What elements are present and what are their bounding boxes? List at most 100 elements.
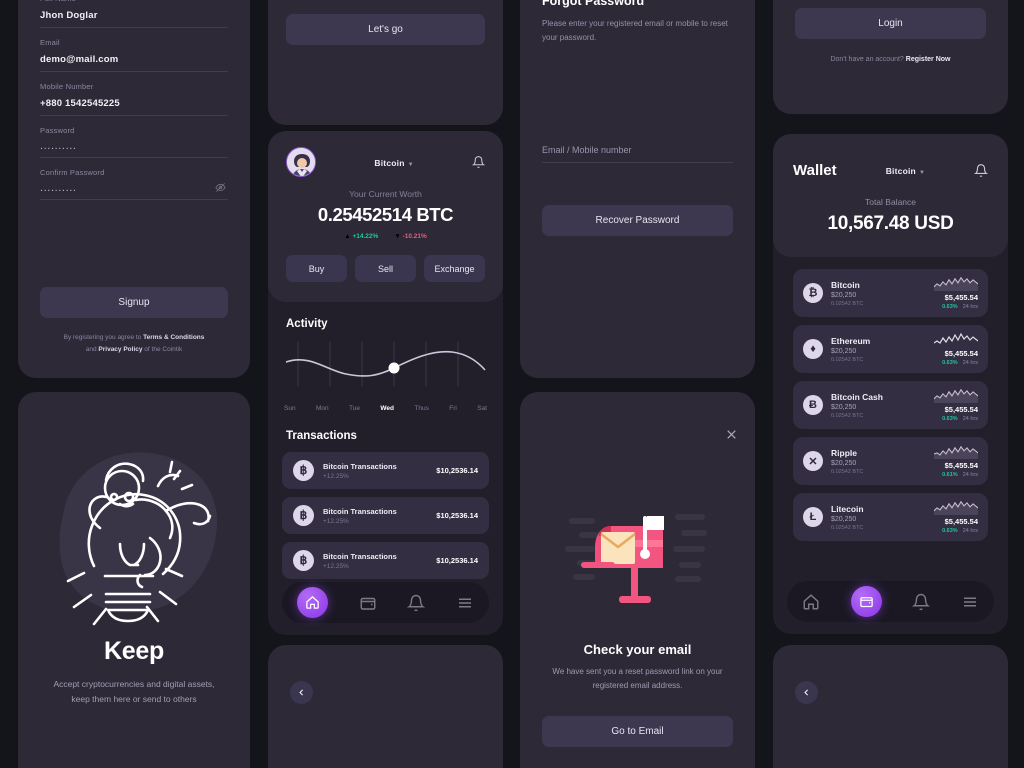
register-prompt-text: Don't have an account? xyxy=(830,56,906,63)
day-tue: Tue xyxy=(349,405,360,412)
mobile-field[interactable]: Mobile Number +880 1542545225 xyxy=(40,82,228,116)
activity-day-labels: Sun Mon Tue Wed Thus Fri Sat xyxy=(268,403,503,412)
coin-quantity: 0.02542 BTC xyxy=(831,468,864,475)
recover-password-button[interactable]: Recover Password xyxy=(542,205,733,236)
bell-icon[interactable] xyxy=(407,594,426,612)
transaction-amount: $10,2536.14 xyxy=(436,466,478,475)
coin-price: $20,250 xyxy=(831,459,857,467)
mobile-label: Mobile Number xyxy=(40,82,94,91)
coin-selector[interactable]: Bitcoin ▼ xyxy=(374,153,413,171)
go-to-email-button[interactable]: Go to Email xyxy=(542,715,733,747)
avatar[interactable] xyxy=(286,147,316,177)
sparkline-chart xyxy=(934,332,978,344)
bitcoin-icon: ฿ xyxy=(293,460,314,481)
confirm-password-field[interactable]: Confirm Password .......... xyxy=(40,168,228,200)
fullname-field[interactable]: Full Name Jhon Doglar xyxy=(40,0,228,28)
check-email-title: Check your email xyxy=(583,642,692,657)
delta-up-value: +14.22% xyxy=(352,233,379,240)
transaction-amount: $10,2536.14 xyxy=(436,556,478,565)
lets-go-button[interactable]: Let's go xyxy=(286,14,485,45)
login-actions-card: Login Don't have an account? Register No… xyxy=(773,0,1008,114)
delta-down-value: -10.21% xyxy=(402,233,427,240)
list-item[interactable]: ₿ Bitcoin $20,250 0.02542 BTC $5,455.54 … xyxy=(793,269,988,317)
list-item[interactable]: ✕ Ripple $20,250 0.02542 BTC $5,455.54 0… xyxy=(793,437,988,485)
coin-period: 24 hrs xyxy=(962,304,978,310)
bitcoin-icon: ฿ xyxy=(293,550,314,571)
fullname-label: Full Name xyxy=(40,0,228,3)
delta-up: ▲ +14.22% xyxy=(344,233,379,240)
eye-off-icon[interactable] xyxy=(215,182,226,193)
bell-icon[interactable] xyxy=(912,593,931,611)
menu-icon[interactable] xyxy=(961,593,979,611)
screens-stage: Full Name Jhon Doglar Email demo@mail.co… xyxy=(0,0,1024,768)
home-icon[interactable] xyxy=(802,593,820,611)
table-row[interactable]: ฿ Bitcoin Transactions +12.25% $10,2536.… xyxy=(282,497,489,534)
page-title: Forgot Password xyxy=(542,0,645,8)
hero-header: Bitcoin ▼ xyxy=(286,147,485,177)
email-mobile-input[interactable]: Email / Mobile number xyxy=(542,145,733,163)
coin-selector-label: Bitcoin xyxy=(374,158,405,168)
coin-price: $20,250 xyxy=(831,291,857,299)
coin-quantity: 0.02542 BTC xyxy=(831,524,864,531)
terms-link[interactable]: Terms & Conditions xyxy=(143,334,204,341)
close-icon[interactable] xyxy=(725,428,738,441)
transaction-change: +12.25% xyxy=(323,562,349,570)
bell-icon[interactable] xyxy=(973,163,988,178)
delta-down: ▼ -10.21% xyxy=(394,233,427,240)
lightbulb-idea-illustration xyxy=(18,392,250,637)
sparkline-chart xyxy=(934,276,978,291)
bell-icon[interactable] xyxy=(471,155,485,169)
list-item[interactable]: Ƀ Bitcoin Cash $20,250 0.02542 BTC $5,45… xyxy=(793,381,988,429)
day-sat: Sat xyxy=(477,405,487,412)
list-item[interactable]: ♦ Ethereum $20,250 0.02542 BTC $5,455.54… xyxy=(793,325,988,373)
coin-period: 24 hrs xyxy=(962,472,978,478)
table-row[interactable]: ฿ Bitcoin Transactions +12.25% $10,2536.… xyxy=(282,452,489,489)
sell-button[interactable]: Sell xyxy=(355,255,416,282)
wallet-header-row: Wallet Bitcoin ▼ xyxy=(793,161,988,179)
table-row[interactable]: ฿ Bitcoin Transactions +12.25% $10,2536.… xyxy=(282,542,489,579)
signup-button[interactable]: Signup xyxy=(40,287,228,318)
coin-value: $5,455.54 xyxy=(944,349,978,358)
email-label: Email xyxy=(40,38,60,47)
nav-home-button[interactable] xyxy=(297,587,329,618)
coin-selector-label: Bitcoin xyxy=(885,166,916,176)
coin-change: 0.63% xyxy=(942,528,958,534)
register-prompt: Don't have an account? Register Now xyxy=(773,56,1008,63)
nav-wallet-button[interactable] xyxy=(850,586,882,617)
back-button[interactable] xyxy=(795,681,818,704)
bottom-navigation xyxy=(787,581,994,622)
email-field[interactable]: Email demo@mail.com xyxy=(40,38,228,72)
coin-list: ₿ Bitcoin $20,250 0.02542 BTC $5,455.54 … xyxy=(773,257,1008,541)
password-field[interactable]: Password .......... xyxy=(40,126,228,158)
legal-post: of the Cointik xyxy=(142,346,183,354)
coin-selector[interactable]: Bitcoin ▼ xyxy=(886,161,925,179)
bitcoin-icon: ฿ xyxy=(293,505,314,526)
chevron-down-icon: ▼ xyxy=(407,162,414,168)
mailbox-illustration xyxy=(520,392,755,610)
onboarding-cta-card: Let's go xyxy=(268,0,503,125)
home-icon xyxy=(306,596,319,609)
transaction-name: Bitcoin Transactions xyxy=(323,506,397,516)
transaction-name: Bitcoin Transactions xyxy=(323,461,397,471)
day-thu: Thus xyxy=(414,405,429,412)
coin-quantity: 0.02542 BTC xyxy=(831,300,864,307)
transaction-change: +12.25% xyxy=(323,517,349,525)
buy-button[interactable]: Buy xyxy=(286,255,347,282)
coin-name: Litecoin xyxy=(831,503,864,514)
sparkline-chart xyxy=(934,445,978,459)
bitcoin-cash-icon: Ƀ xyxy=(803,395,823,415)
login-button[interactable]: Login xyxy=(795,8,986,39)
coin-symbol: ✕ xyxy=(808,455,818,468)
list-item[interactable]: Ł Litecoin $20,250 0.02542 BTC $5,455.54… xyxy=(793,493,988,541)
wallet-icon[interactable] xyxy=(359,594,377,612)
delta-row: ▲ +14.22% ▼ -10.21% xyxy=(286,233,485,240)
chevron-down-icon: ▼ xyxy=(918,170,925,176)
exchange-button[interactable]: Exchange xyxy=(424,255,485,282)
back-navigation-card-4 xyxy=(773,645,1008,768)
sparkline-chart xyxy=(934,500,978,515)
back-button[interactable] xyxy=(290,681,313,704)
privacy-link[interactable]: Privacy Policy xyxy=(98,346,142,353)
menu-icon[interactable] xyxy=(456,594,474,612)
coin-price: $20,250 xyxy=(831,515,857,523)
register-now-link[interactable]: Register Now xyxy=(906,56,951,63)
